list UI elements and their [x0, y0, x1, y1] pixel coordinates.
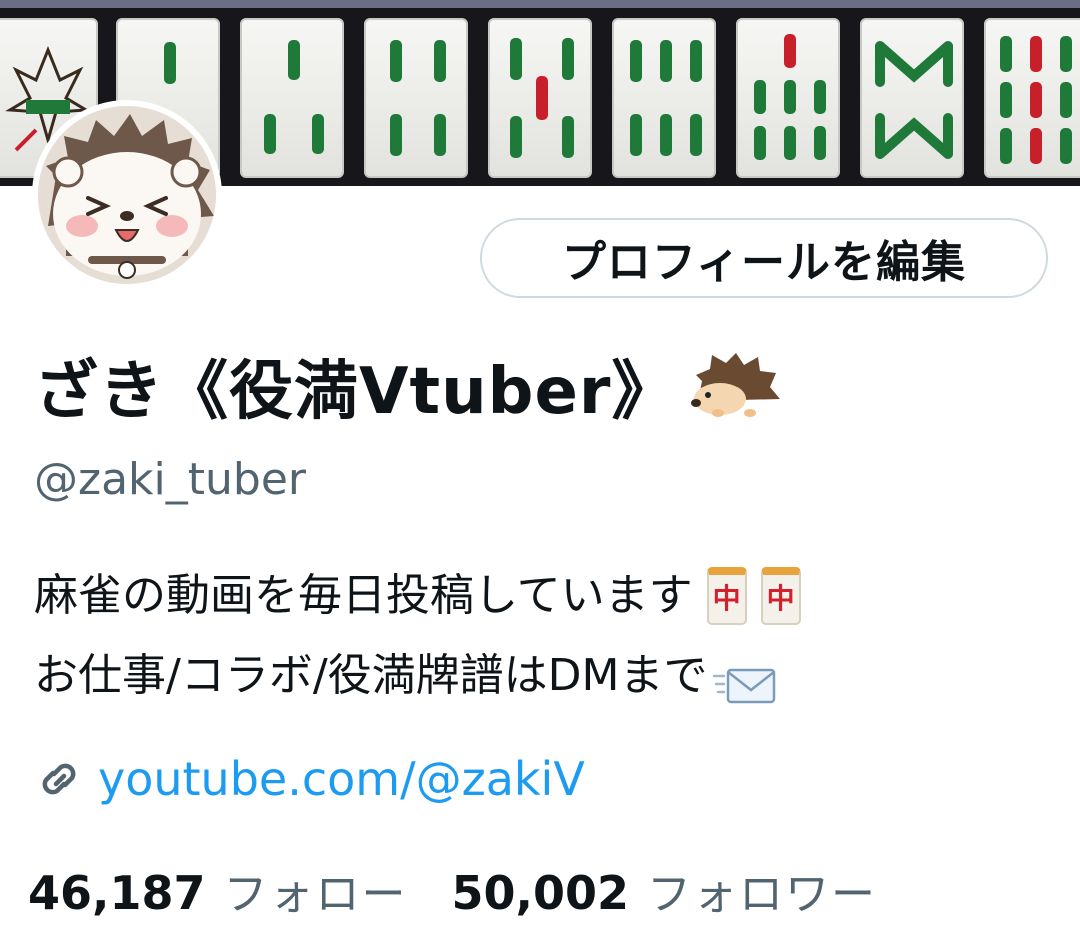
profile-website-link[interactable]: youtube.com/@zakiV [98, 752, 585, 806]
bio-text-1: 麻雀の動画を毎日投稿しています [34, 570, 693, 621]
following-count: 46,187 [28, 866, 206, 920]
bio-text-2: お仕事/コラボ/役満牌譜はDMまで [34, 650, 708, 701]
profile-bio: 麻雀の動画を毎日投稿しています 中 中 お仕事/コラボ/役満牌譜はDMまで [34, 556, 801, 716]
banner-tile-bamboo-5 [488, 18, 592, 178]
link-icon [34, 754, 84, 804]
following-label: フォロー [223, 869, 408, 920]
banner-tile-bamboo-7 [736, 18, 840, 178]
edit-profile-button[interactable]: プロフィールを編集 [480, 218, 1048, 298]
follow-counts: 46,187 フォロー 50,002 フォロワー [28, 858, 877, 922]
followers-count: 50,002 [451, 866, 630, 920]
envelope-icon [712, 654, 778, 704]
followers-label: フォロワー [647, 869, 878, 920]
following-count-link[interactable]: 46,187 フォロー [28, 858, 408, 922]
bio-line-2: お仕事/コラボ/役満牌譜はDMまで [34, 636, 801, 716]
mahjong-red-dragon-icon: 中 [706, 567, 747, 625]
tile-glyph: 中 [712, 582, 741, 615]
hedgehog-icon [690, 351, 782, 421]
tile-glyph: 中 [766, 582, 795, 615]
user-handle: @zaki_tuber [34, 454, 306, 505]
banner-tile-bamboo-4 [364, 18, 468, 178]
banner-top-strip [0, 0, 1080, 8]
banner-tile-bamboo-8 [860, 18, 964, 178]
display-name: ざき《役満Vtuber》 [34, 355, 677, 429]
followers-count-link[interactable]: 50,002 フォロワー [452, 858, 878, 922]
profile-link-row: youtube.com/@zakiV [34, 752, 585, 806]
banner-tile-bamboo-9 [984, 18, 1080, 178]
mahjong-red-dragon-icon: 中 [760, 567, 801, 625]
bio-line-1: 麻雀の動画を毎日投稿しています 中 中 [34, 556, 801, 636]
banner-tile-bamboo-6 [612, 18, 716, 178]
profile-avatar[interactable] [32, 100, 222, 290]
profile-name-row: ざき《役満Vtuber》 [34, 340, 782, 432]
banner-tile-bamboo-3 [240, 18, 344, 178]
avatar-hedgehog-illustration [38, 106, 216, 284]
